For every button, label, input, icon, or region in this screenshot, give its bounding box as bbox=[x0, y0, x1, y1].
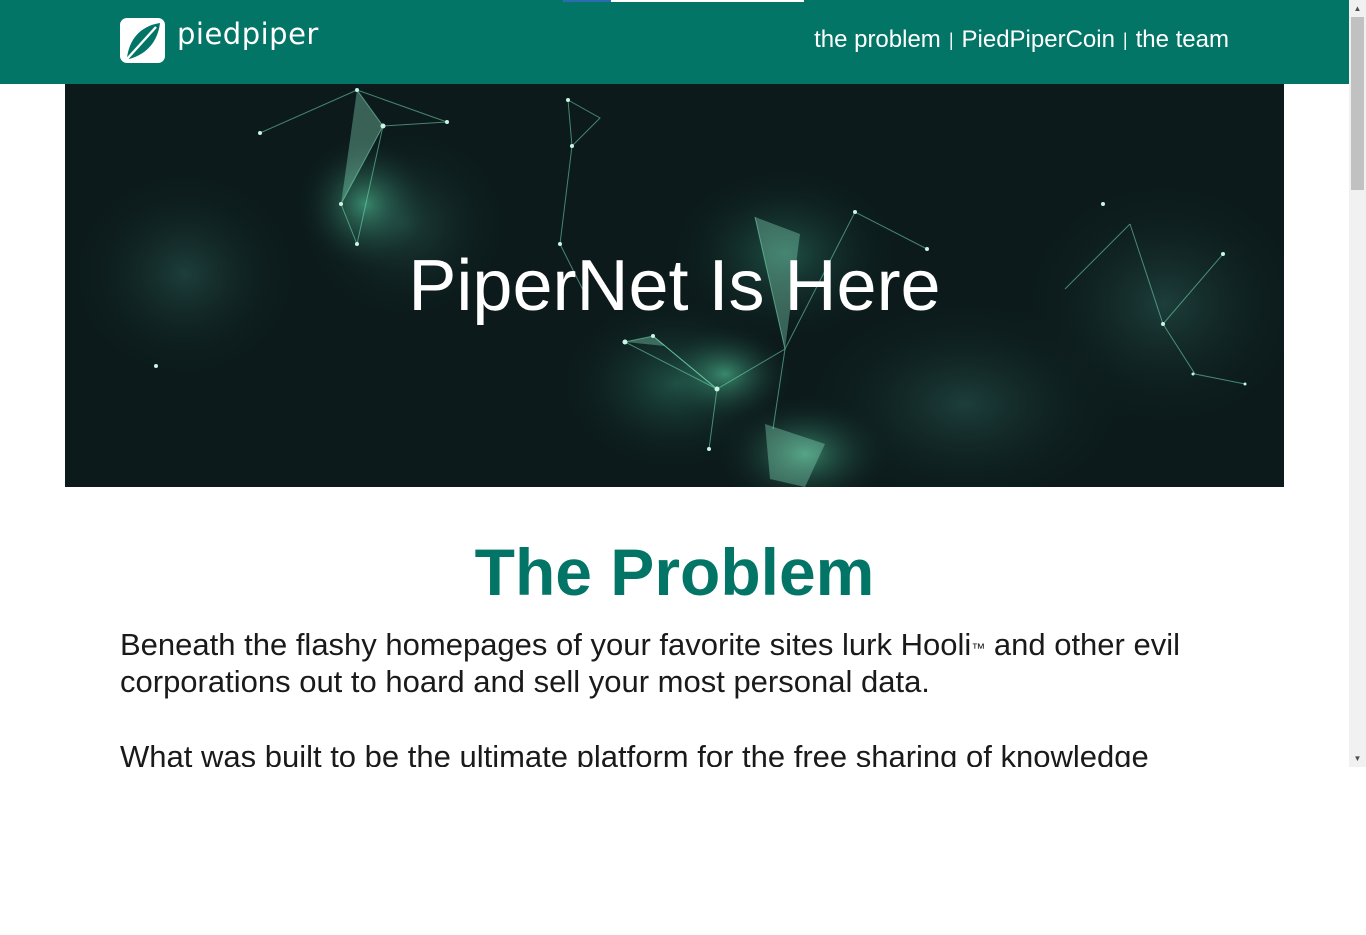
blank-area bbox=[0, 767, 1366, 935]
scroll-down-arrow-icon[interactable]: ▼ bbox=[1349, 750, 1366, 767]
problem-paragraph-1-text: Beneath the flashy homepages of your fav… bbox=[120, 627, 972, 662]
scroll-up-arrow-icon[interactable]: ▲ bbox=[1349, 0, 1366, 17]
problem-paragraph-2: What was built to be the ultimate platfo… bbox=[120, 739, 1149, 767]
nav-link-the-problem[interactable]: the problem bbox=[814, 26, 941, 54]
nav-separator: | bbox=[948, 30, 954, 50]
main-nav: the problem | PiedPiperCoin | the team bbox=[814, 26, 1229, 54]
nav-link-piedpipercoin[interactable]: PiedPiperCoin bbox=[962, 26, 1115, 54]
page-load-indicator-track bbox=[611, 0, 804, 2]
page-load-indicator bbox=[563, 0, 611, 2]
problem-section-title: The Problem bbox=[474, 535, 875, 609]
hero-title: PiperNet Is Here bbox=[408, 246, 941, 326]
browser-viewport: piedpiper the problem | PiedPiperCoin | … bbox=[0, 0, 1349, 767]
brand-name: piedpiper bbox=[177, 17, 319, 51]
hero-banner: PiperNet Is Here bbox=[65, 84, 1284, 487]
nav-link-the-team[interactable]: the team bbox=[1136, 26, 1229, 54]
scrollbar-thumb[interactable] bbox=[1351, 17, 1364, 190]
problem-paragraph-1: Beneath the flashy homepages of your fav… bbox=[120, 626, 1235, 700]
vertical-scrollbar[interactable]: ▲ ▼ bbox=[1349, 0, 1366, 767]
leaf-icon bbox=[120, 17, 165, 63]
logo-link[interactable]: piedpiper bbox=[120, 17, 319, 63]
nav-separator: | bbox=[1122, 30, 1128, 50]
trademark-symbol: ™ bbox=[971, 640, 986, 656]
site-header: piedpiper the problem | PiedPiperCoin | … bbox=[0, 0, 1349, 84]
